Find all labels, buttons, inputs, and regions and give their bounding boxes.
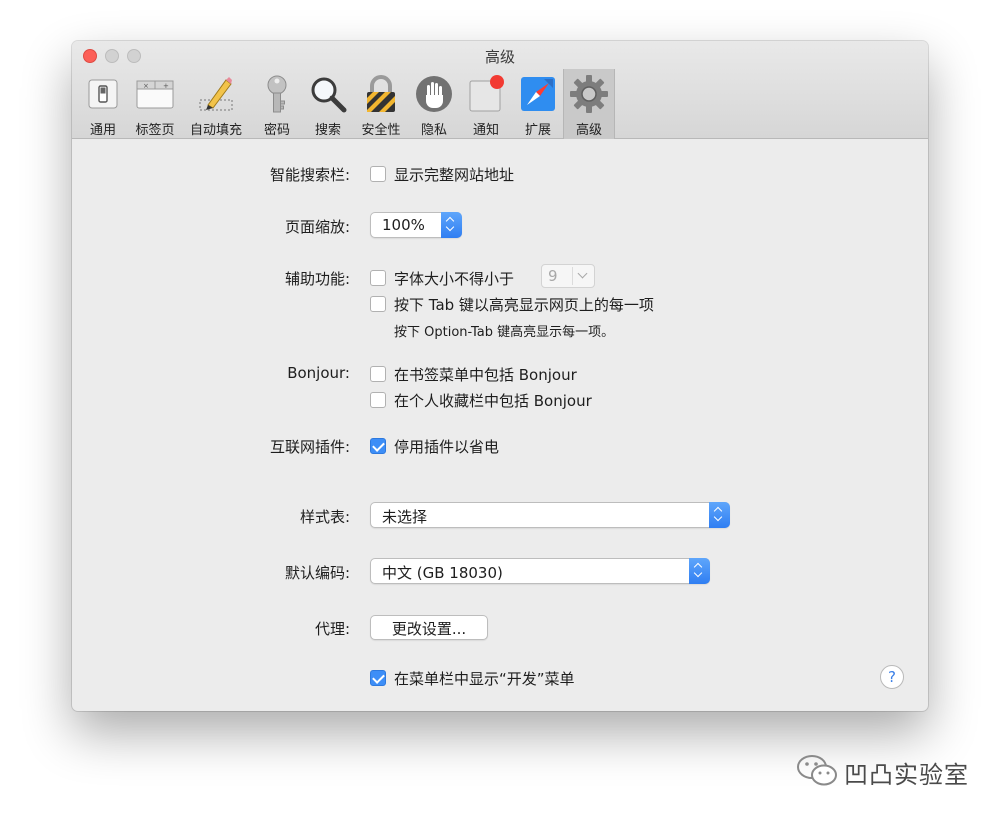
tab-privacy[interactable]: 隐私 (408, 69, 460, 139)
tab-search[interactable]: 搜索 (302, 69, 354, 139)
popup-arrows-icon (709, 502, 730, 528)
chevron-down-icon (577, 268, 588, 279)
general-switch-icon (88, 79, 118, 109)
smart-search-label: 智能搜索栏: (269, 166, 350, 184)
padlock-icon (367, 75, 395, 112)
style-sheet-value: 未选择 (382, 508, 428, 526)
min-font-size-checkbox[interactable] (370, 270, 386, 286)
help-button[interactable]: ? (880, 665, 904, 689)
gear-icon (570, 75, 608, 113)
min-font-size-label: 字体大小不得小于 (394, 270, 515, 288)
popup-separator (572, 267, 573, 285)
autofill-pencil-icon (199, 77, 233, 111)
tab-general[interactable]: 通用 (77, 69, 129, 139)
tab-label: 高级 (575, 123, 602, 138)
page-zoom-popup[interactable]: 100% (370, 212, 462, 238)
show-full-address-checkbox[interactable] (370, 166, 386, 182)
stop-plugins-checkbox[interactable] (370, 438, 386, 454)
page-zoom-label: 页面缩放: (284, 218, 350, 236)
notification-badge-icon (469, 75, 504, 112)
change-proxy-settings-button[interactable]: 更改设置... (370, 615, 488, 640)
wechat-logo-icon (797, 755, 837, 786)
stop-plugins-label: 停用插件以省电 (394, 438, 500, 456)
popup-arrows-icon (441, 212, 462, 238)
option-tab-hint: 按下 Option-Tab 键高亮显示每一项。 (394, 325, 615, 340)
show-full-address-label: 显示完整网站地址 (394, 166, 515, 184)
tab-autofill[interactable]: 自动填充 (190, 69, 242, 139)
preferences-window: 高级 通用 × + 标签页 自动填充 密码 搜索 安全性 隐私 通知 扩展 高级… (72, 41, 928, 711)
watermark-text: 凹凸实验室 (844, 761, 969, 789)
bonjour-favorites-bar-label: 在个人收藏栏中包括 Bonjour (394, 392, 592, 410)
compass-icon (521, 77, 555, 111)
style-sheet-popup[interactable]: 未选择 (370, 502, 730, 528)
bonjour-bookmarks-menu-checkbox[interactable] (370, 366, 386, 382)
page-zoom-value: 100% (382, 216, 425, 234)
bonjour-bookmarks-menu-label: 在书签菜单中包括 Bonjour (394, 366, 577, 384)
default-encoding-popup[interactable]: 中文 (GB 18030) (370, 558, 710, 584)
tab-notifications[interactable]: 通知 (460, 69, 512, 139)
default-encoding-label: 默认编码: (284, 564, 350, 582)
tab-advanced[interactable]: 高级 (563, 69, 615, 139)
style-sheet-label: 样式表: (299, 508, 350, 526)
min-font-size-value: 9 (548, 267, 558, 285)
internet-plugins-label: 互联网插件: (269, 438, 350, 456)
default-encoding-value: 中文 (GB 18030) (382, 564, 503, 582)
tab-tabs[interactable]: × + 标签页 (129, 69, 181, 139)
tab-extensions[interactable]: 扩展 (512, 69, 564, 139)
accessibility-label: 辅助功能: (284, 270, 350, 288)
show-develop-menu-label: 在菜单栏中显示“开发”菜单 (394, 670, 575, 688)
tabs-window-icon: × + (136, 80, 174, 109)
popup-arrows-icon (689, 558, 710, 584)
tab-label: 自动填充 (189, 123, 242, 138)
magnifier-icon (311, 77, 347, 113)
hand-stop-icon (416, 76, 452, 112)
window-title: 高级 (484, 48, 515, 66)
proxies-label: 代理: (314, 620, 350, 638)
svg-text:×: × (143, 82, 149, 90)
key-icon (267, 75, 287, 113)
tab-label: 标签页 (135, 123, 175, 138)
bonjour-label: Bonjour: (287, 364, 350, 382)
tab-highlight-label: 按下 Tab 键以高亮显示网页上的每一项 (394, 296, 654, 314)
bonjour-favorites-bar-checkbox[interactable] (370, 392, 386, 408)
watermark: 凹凸实验室 (796, 754, 976, 790)
show-develop-menu-checkbox[interactable] (370, 670, 386, 686)
tab-security[interactable]: 安全性 (355, 69, 407, 139)
toolbar: 高级 通用 × + 标签页 自动填充 密码 搜索 安全性 隐私 通知 扩展 高级 (72, 41, 928, 139)
svg-text:+: + (163, 82, 169, 90)
min-font-size-popup[interactable]: 9 (541, 264, 595, 288)
tab-highlight-checkbox[interactable] (370, 296, 386, 312)
